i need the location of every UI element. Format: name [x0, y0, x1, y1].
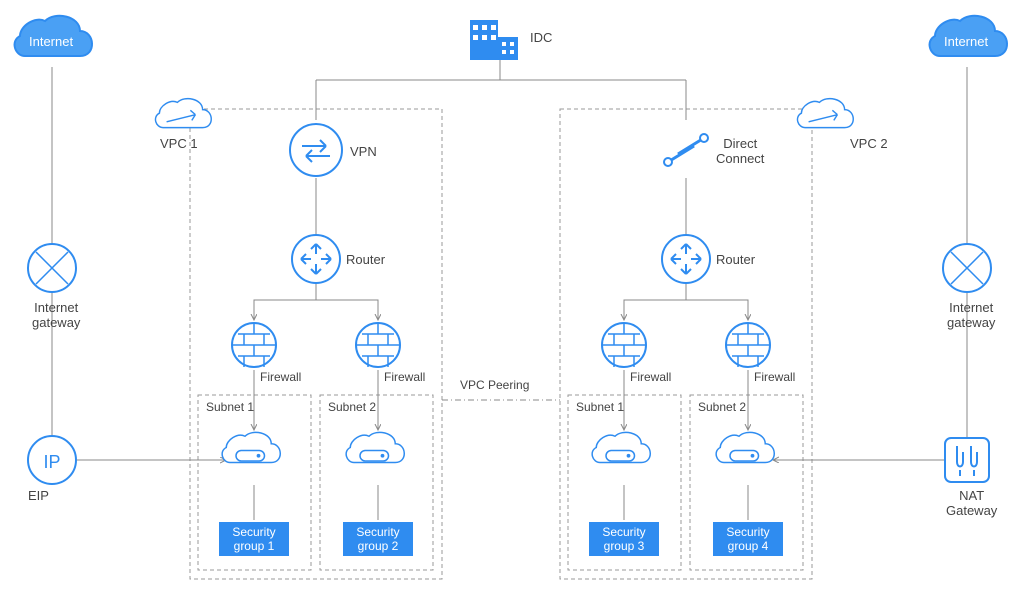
firewall2-icon — [356, 323, 400, 367]
firewall2-label: Firewall — [384, 370, 425, 384]
vpc1-label: VPC 1 — [160, 136, 198, 151]
subnet2-server-icon — [346, 432, 404, 462]
directconnect-label: Direct Connect — [716, 136, 764, 166]
igw-right-icon — [943, 244, 991, 292]
firewall3-icon — [602, 323, 646, 367]
vpc1-cloud-icon — [155, 99, 211, 128]
subnet1-label: Subnet 1 — [206, 400, 254, 414]
router2-label: Router — [716, 252, 755, 267]
router1-label: Router — [346, 252, 385, 267]
router1-icon — [292, 235, 340, 283]
sg2-box: Security group 2 — [343, 522, 413, 556]
vpn-icon — [290, 124, 342, 176]
directconnect-icon — [664, 134, 708, 166]
firewall4-label: Firewall — [754, 370, 795, 384]
sg1-box: Security group 1 — [219, 522, 289, 556]
subnet1-server-icon — [222, 432, 280, 462]
router2-icon — [662, 235, 710, 283]
eip-label: EIP — [28, 488, 49, 503]
idc-label: IDC — [530, 30, 552, 45]
vpc-peering-label: VPC Peering — [460, 378, 529, 392]
firewall4-icon — [726, 323, 770, 367]
vpn-label: VPN — [350, 144, 377, 159]
nat-icon — [945, 438, 989, 482]
firewall1-icon — [232, 323, 276, 367]
subnet2-label: Subnet 2 — [328, 400, 376, 414]
firewall1-label: Firewall — [260, 370, 301, 384]
vpc2-cloud-icon — [797, 99, 853, 128]
sg3-box: Security group 3 — [589, 522, 659, 556]
vpc2-label: VPC 2 — [850, 136, 888, 151]
subnet4-server-icon — [716, 432, 774, 462]
internet-right-label: Internet — [944, 34, 988, 49]
svg-text:IP: IP — [43, 452, 60, 472]
igw-right-label: Internet gateway — [947, 300, 995, 330]
subnet3-server-icon — [592, 432, 650, 462]
igw-left-icon — [28, 244, 76, 292]
sg4-box: Security group 4 — [713, 522, 783, 556]
idc-icon — [470, 20, 518, 60]
firewall3-label: Firewall — [630, 370, 671, 384]
igw-left-label: Internet gateway — [32, 300, 80, 330]
subnet3-label: Subnet 1 — [576, 400, 624, 414]
internet-left-label: Internet — [29, 34, 73, 49]
nat-label: NAT Gateway — [946, 488, 997, 518]
eip-icon: IP — [28, 436, 76, 484]
subnet4-label: Subnet 2 — [698, 400, 746, 414]
